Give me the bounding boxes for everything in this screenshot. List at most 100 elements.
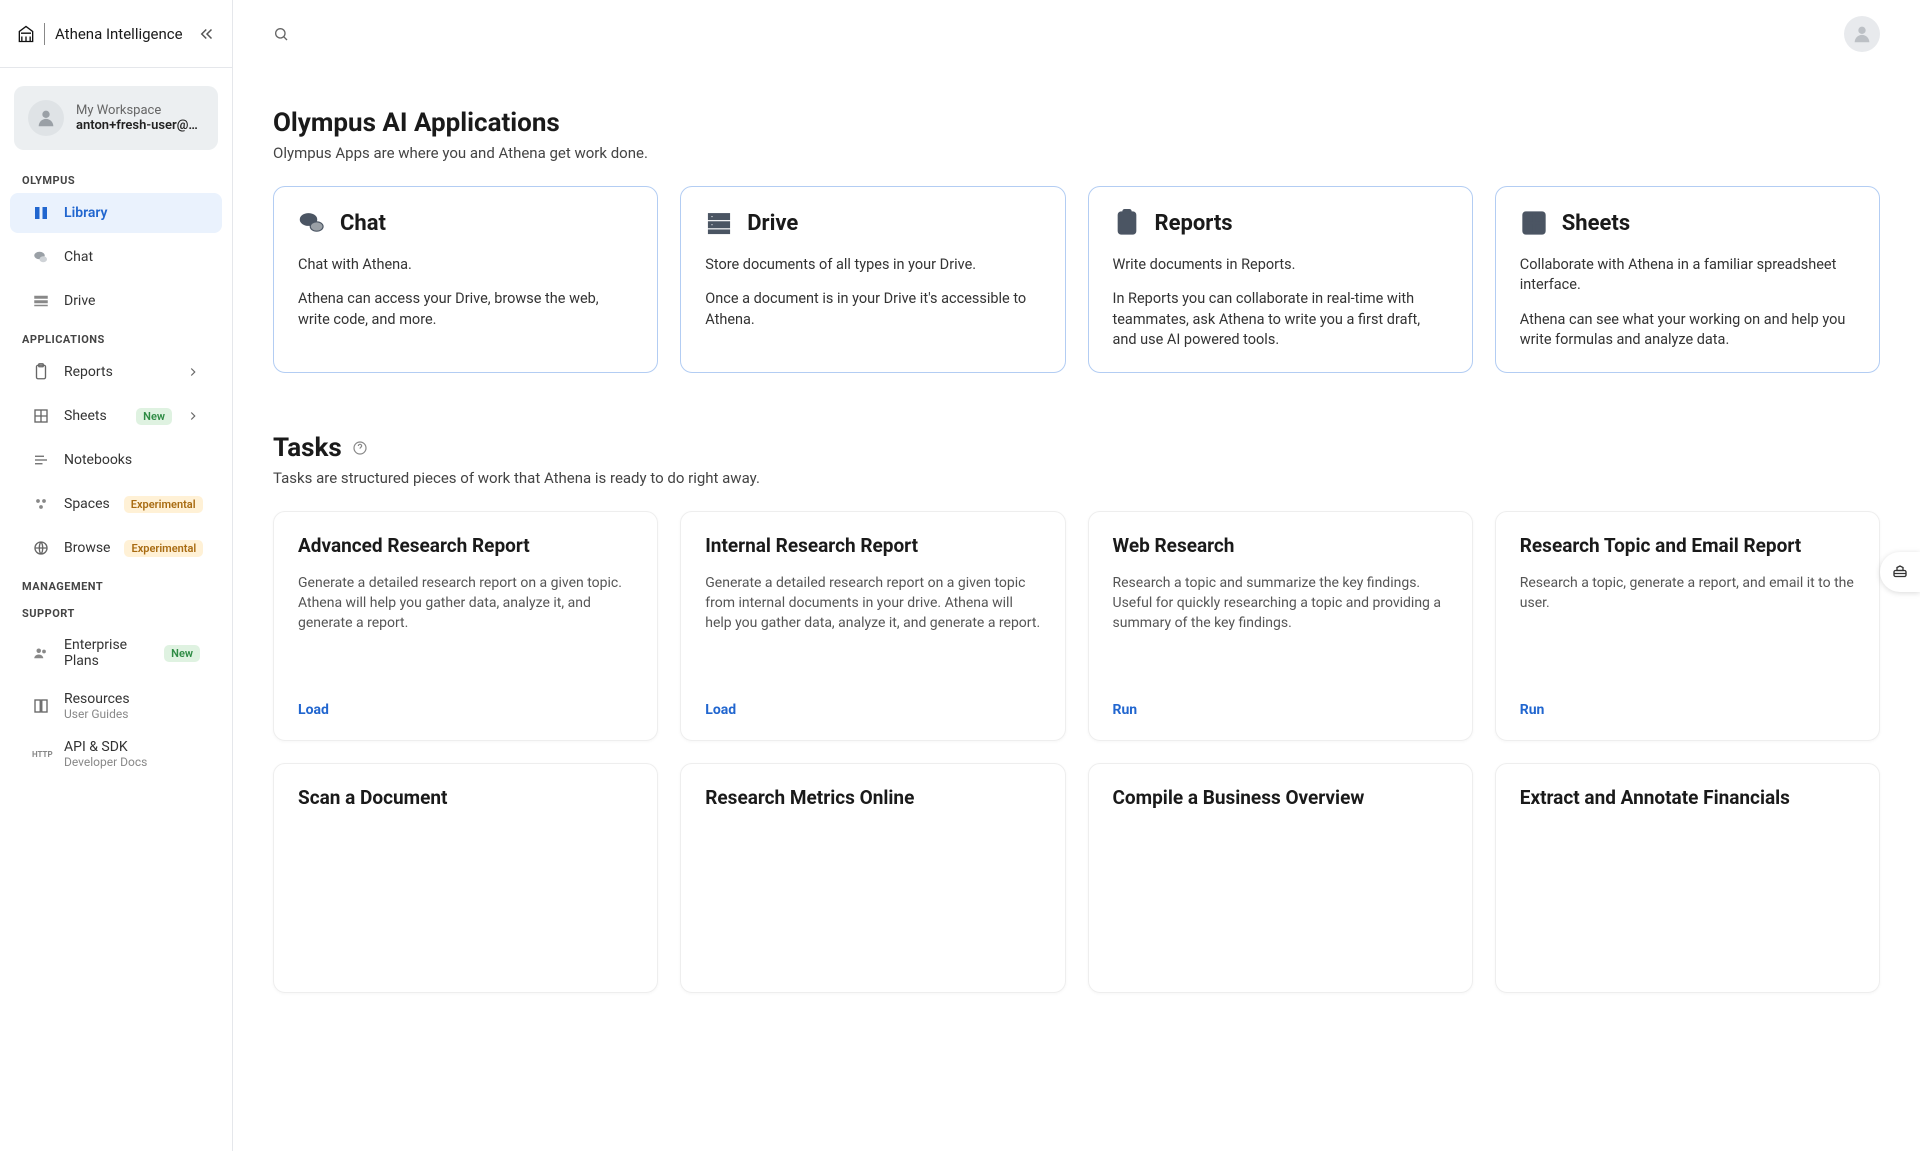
- reports-icon: [1113, 209, 1141, 237]
- nav-label: API & SDK: [64, 739, 147, 755]
- task-desc: Research a topic and summarize the key f…: [1113, 573, 1448, 686]
- task-card[interactable]: Advanced Research Report Generate a deta…: [273, 511, 658, 741]
- content-scroll[interactable]: Olympus AI Applications Olympus Apps are…: [233, 68, 1920, 1151]
- sheets-icon: [32, 407, 50, 425]
- nav-label: Enterprise Plans: [64, 637, 150, 669]
- section-label-management: MANAGEMENT: [0, 570, 232, 597]
- app-card-desc: Chat with Athena.: [298, 255, 633, 275]
- spaces-icon: [32, 495, 50, 513]
- task-desc: Generate a detailed research report on a…: [705, 573, 1040, 686]
- nav-drive[interactable]: Drive: [10, 281, 222, 321]
- nav-label: Sheets: [64, 408, 122, 424]
- task-card[interactable]: Internal Research Report Generate a deta…: [680, 511, 1065, 741]
- floating-disk-button[interactable]: [1880, 552, 1920, 592]
- notebooks-icon: [32, 451, 50, 469]
- people-icon: [32, 644, 50, 662]
- apps-section-subtitle: Olympus Apps are where you and Athena ge…: [273, 144, 1880, 162]
- task-card[interactable]: Scan a Document: [273, 763, 658, 993]
- nav-label: Notebooks: [64, 452, 200, 468]
- app-card-desc: Write documents in Reports.: [1113, 255, 1448, 275]
- sidebar: Athena Intelligence My Workspace anton+f…: [0, 0, 233, 1151]
- nav-enterprise-plans[interactable]: Enterprise Plans New: [10, 626, 222, 680]
- task-desc: Generate a detailed research report on a…: [298, 573, 633, 686]
- task-title: Internal Research Report: [705, 534, 1040, 559]
- section-label-olympus: OLYMPUS: [0, 164, 232, 191]
- app-card-desc: Athena can access your Drive, browse the…: [298, 289, 633, 330]
- nav-label: Resources: [64, 691, 130, 707]
- collapse-sidebar-icon[interactable]: [198, 25, 216, 43]
- app-card-desc: Athena can see what your working on and …: [1520, 310, 1855, 351]
- task-card[interactable]: Web Research Research a topic and summar…: [1088, 511, 1473, 741]
- app-card-title: Drive: [747, 211, 798, 236]
- app-card-reports[interactable]: Reports Write documents in Reports. In R…: [1088, 186, 1473, 373]
- nav-sublabel: User Guides: [64, 707, 130, 721]
- app-card-drive[interactable]: Drive Store documents of all types in yo…: [680, 186, 1065, 373]
- apps-grid: Chat Chat with Athena. Athena can access…: [273, 186, 1880, 373]
- book-icon: [32, 697, 50, 715]
- main-area: Olympus AI Applications Olympus Apps are…: [233, 0, 1920, 1151]
- drive-icon: [705, 209, 733, 237]
- workspace-label: My Workspace: [76, 103, 204, 118]
- badge-experimental: Experimental: [124, 496, 203, 513]
- brand-icon: [16, 24, 36, 44]
- app-card-sheets[interactable]: Sheets Collaborate with Athena in a fami…: [1495, 186, 1880, 373]
- disk-icon: [1891, 563, 1909, 581]
- nav-browse[interactable]: Browse Experimental: [10, 528, 222, 568]
- task-action-load[interactable]: Load: [705, 702, 736, 718]
- browse-icon: [32, 539, 50, 557]
- nav-library[interactable]: Library: [10, 193, 222, 233]
- task-title: Web Research: [1113, 534, 1448, 559]
- nav-label: Drive: [64, 293, 200, 309]
- app-card-desc: Store documents of all types in your Dri…: [705, 255, 1040, 275]
- badge-experimental: Experimental: [124, 540, 203, 557]
- task-card[interactable]: Research Metrics Online: [680, 763, 1065, 993]
- app-card-chat[interactable]: Chat Chat with Athena. Athena can access…: [273, 186, 658, 373]
- app-card-desc: Once a document is in your Drive it's ac…: [705, 289, 1040, 330]
- task-title: Research Topic and Email Report: [1520, 534, 1855, 559]
- section-label-support: SUPPORT: [0, 597, 232, 624]
- http-icon: HTTP: [32, 750, 50, 759]
- tasks-section-subtitle: Tasks are structured pieces of work that…: [273, 469, 1880, 487]
- app-card-title: Chat: [340, 211, 386, 236]
- task-card[interactable]: Research Topic and Email Report Research…: [1495, 511, 1880, 741]
- apps-section-title: Olympus AI Applications: [273, 108, 1880, 138]
- task-action-run[interactable]: Run: [1113, 702, 1138, 718]
- nav-spaces[interactable]: Spaces Experimental: [10, 484, 222, 524]
- task-action-run[interactable]: Run: [1520, 702, 1545, 718]
- task-title: Extract and Annotate Financials: [1520, 786, 1855, 811]
- task-title: Research Metrics Online: [705, 786, 1040, 811]
- task-card[interactable]: Extract and Annotate Financials: [1495, 763, 1880, 993]
- user-avatar[interactable]: [1844, 16, 1880, 52]
- app-card-title: Sheets: [1562, 211, 1630, 236]
- search-icon[interactable]: [273, 26, 289, 42]
- workspace-selector[interactable]: My Workspace anton+fresh-user@…: [14, 86, 218, 150]
- nav-resources[interactable]: Resources User Guides: [10, 683, 222, 729]
- help-icon[interactable]: [352, 440, 368, 456]
- nav-api-sdk[interactable]: HTTP API & SDK Developer Docs: [10, 731, 222, 777]
- sheets-icon: [1520, 209, 1548, 237]
- nav-label: Spaces: [64, 496, 110, 512]
- nav-chat[interactable]: Chat: [10, 237, 222, 277]
- chat-icon: [32, 248, 50, 266]
- brand-separator: [44, 23, 45, 45]
- nav-reports[interactable]: Reports: [10, 352, 222, 392]
- task-title: Advanced Research Report: [298, 534, 633, 559]
- nav-sheets[interactable]: Sheets New: [10, 396, 222, 436]
- topbar: [233, 0, 1920, 68]
- nav-label: Browse: [64, 540, 110, 556]
- chevron-right-icon: [186, 365, 200, 379]
- task-desc: [1520, 825, 1855, 970]
- reports-icon: [32, 363, 50, 381]
- nav-notebooks[interactable]: Notebooks: [10, 440, 222, 480]
- task-desc: [1113, 825, 1448, 970]
- task-card[interactable]: Compile a Business Overview: [1088, 763, 1473, 993]
- tasks-section-title: Tasks: [273, 433, 342, 463]
- nav-label: Library: [64, 205, 200, 221]
- workspace-avatar: [28, 100, 64, 136]
- task-action-load[interactable]: Load: [298, 702, 329, 718]
- section-label-applications: APPLICATIONS: [0, 323, 232, 350]
- brand-text: Athena Intelligence: [55, 25, 190, 43]
- nav-label: Reports: [64, 364, 172, 380]
- chat-icon: [298, 209, 326, 237]
- app-card-desc: In Reports you can collaborate in real-t…: [1113, 289, 1448, 350]
